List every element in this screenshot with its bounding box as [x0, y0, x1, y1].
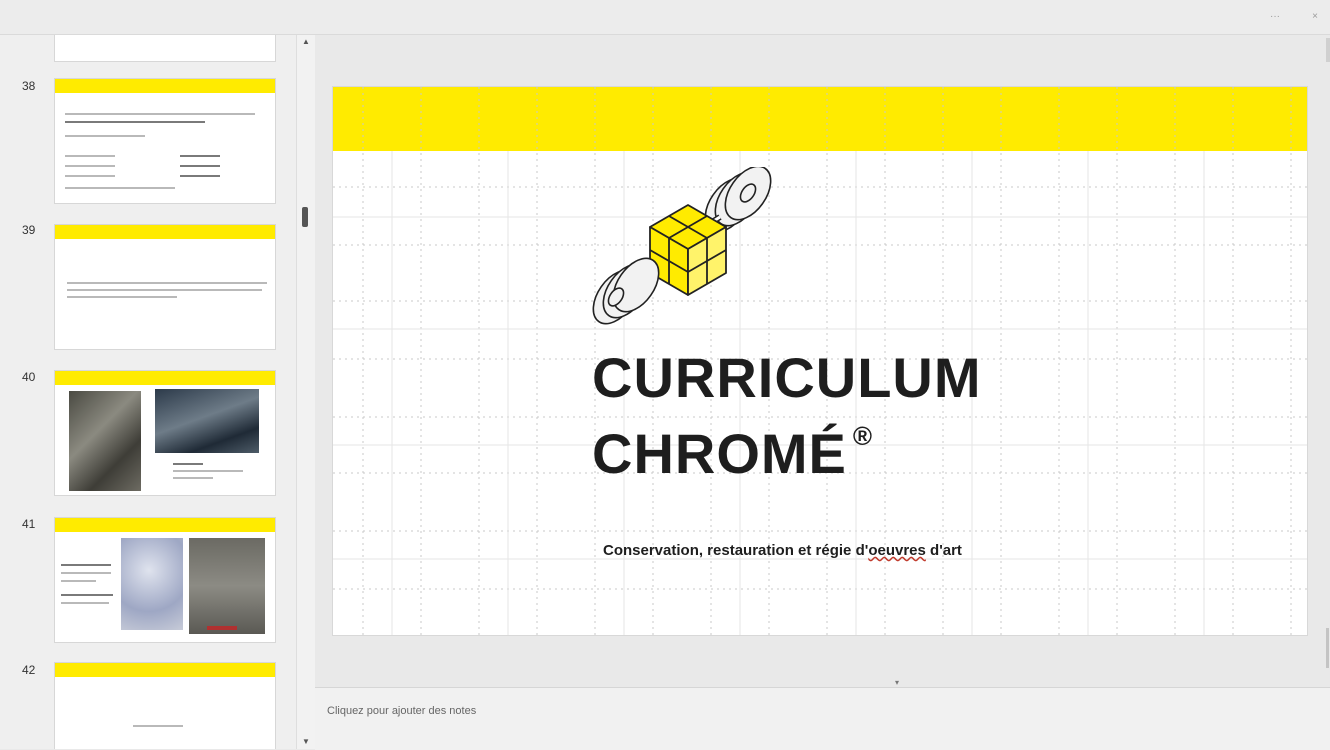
thumbnail-header-band [55, 663, 275, 677]
top-bar: ··· × [0, 0, 1330, 35]
notes-pane[interactable]: Cliquez pour ajouter des notes [315, 687, 1330, 750]
slide-thumbnail-38[interactable] [55, 79, 275, 203]
slide-number: 38 [22, 79, 36, 93]
title-line-2: CHROMÉ ® [592, 421, 874, 485]
thumbnail-header-band [55, 518, 275, 532]
slide-number: 39 [22, 223, 36, 237]
notes-placeholder[interactable]: Cliquez pour ajouter des notes [327, 705, 476, 717]
slide-title[interactable]: CURRICULUM CHROMÉ ® [592, 349, 982, 483]
slide-thumbnail-37[interactable] [55, 35, 275, 61]
artwork-photo [69, 391, 141, 491]
slide-thumbnail-42[interactable] [55, 663, 275, 749]
more-options-icon[interactable]: ··· [1270, 12, 1280, 22]
scroll-up-icon[interactable]: ▲ [297, 37, 315, 46]
right-edge-control[interactable] [1326, 628, 1329, 668]
pane-split-handle[interactable]: ▾ [895, 678, 899, 687]
current-slide[interactable]: CURRICULUM CHROMÉ ® Conservation, restaur… [333, 87, 1307, 635]
thumbnail-header-band [55, 371, 275, 385]
spellcheck-flagged-word[interactable]: oeuvres [868, 542, 926, 559]
scroll-down-icon[interactable]: ▼ [297, 737, 315, 746]
slide-subtitle[interactable]: Conservation, restauration et régie d'oe… [603, 542, 962, 559]
slide-editor[interactable]: CURRICULUM CHROMÉ ® Conservation, restaur… [315, 35, 1330, 750]
thumbnail-header-band [55, 225, 275, 239]
slide-thumbnail-40[interactable] [55, 371, 275, 495]
dumbbell-cube-logo-icon [592, 167, 772, 325]
slide-thumbnail-41[interactable] [55, 518, 275, 642]
thumbnail-header-band [55, 79, 275, 93]
close-icon[interactable]: × [1310, 12, 1320, 22]
drawing-photo [121, 538, 183, 630]
scrollbar-thumb[interactable] [302, 207, 308, 227]
slide-thumbnail-pane[interactable]: 38 39 40 41 42 [0, 35, 296, 749]
registered-mark: ® [852, 421, 874, 451]
slide-number: 41 [22, 517, 36, 531]
artwork-photo [189, 538, 265, 634]
slide-number: 40 [22, 370, 36, 384]
slide-number: 42 [22, 663, 36, 677]
artwork-photo [155, 389, 259, 453]
title-line-1: CURRICULUM [592, 346, 982, 409]
slide-thumbnail-39[interactable] [55, 225, 275, 349]
right-edge-control[interactable] [1326, 38, 1330, 62]
thumbnail-scrollbar[interactable]: ▲ ▼ [296, 35, 316, 749]
